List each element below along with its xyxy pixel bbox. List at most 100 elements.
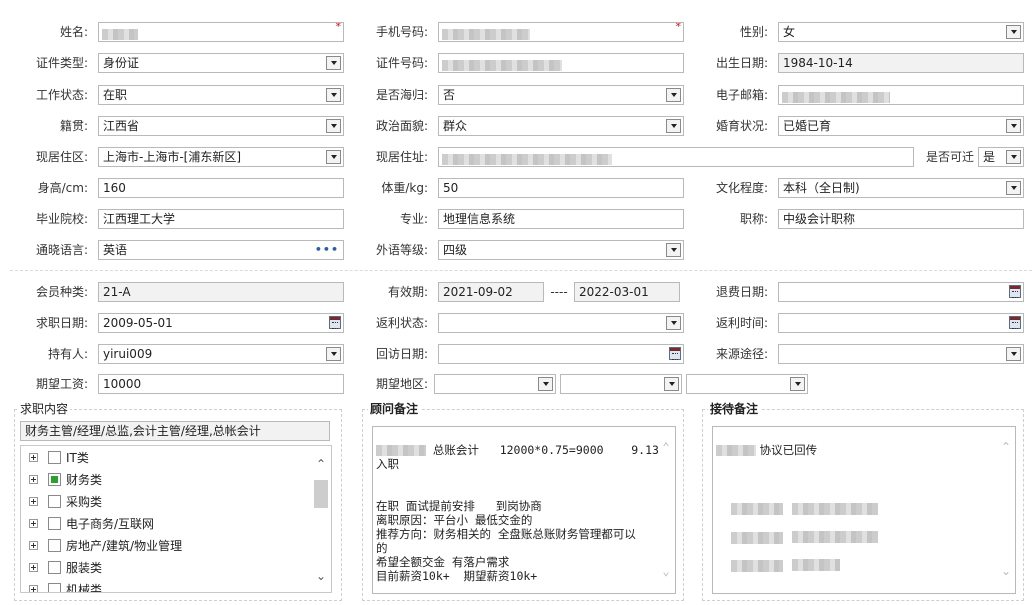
chevron-down-icon[interactable]	[664, 377, 679, 391]
chevron-down-icon[interactable]	[666, 316, 681, 330]
staff-name-redacted	[376, 445, 426, 456]
weight-field[interactable]: 50	[438, 178, 684, 198]
id-number-field[interactable]	[438, 53, 684, 73]
job-summary-field: 财务主管/经理/总监,会计主管/经理,总帐会计	[20, 421, 330, 441]
validity-start-value: 2021-09-02	[443, 285, 513, 299]
expected-salary-field[interactable]: 10000	[98, 374, 344, 394]
title-field[interactable]: 中级会计职称	[778, 209, 1024, 229]
reception-notes-textarea[interactable]: 协议已回传 ⌃ ⌄	[712, 426, 1016, 594]
scroll-up-icon[interactable]: ⌃	[313, 456, 329, 472]
tree-scrollbar[interactable]: ⌃ ⌄	[313, 456, 329, 584]
revisit-date-field[interactable]	[438, 344, 684, 364]
calendar-icon[interactable]	[1009, 316, 1021, 329]
chevron-down-icon[interactable]	[790, 377, 805, 391]
expected-area-city-select[interactable]	[560, 374, 682, 394]
phone-label: 手机号码:	[375, 25, 428, 39]
scroll-down-icon[interactable]: ⌄	[998, 563, 1014, 579]
chevron-down-icon[interactable]	[326, 119, 341, 133]
chevron-down-icon[interactable]	[326, 150, 341, 164]
holder-select[interactable]: yirui009	[98, 344, 344, 364]
returnee-select[interactable]: 否	[438, 85, 684, 105]
phone-field[interactable]: *	[438, 22, 684, 42]
scroll-thumb[interactable]	[314, 480, 328, 508]
chevron-down-icon[interactable]	[326, 347, 341, 361]
scroll-up-icon[interactable]: ⌃	[998, 439, 1014, 455]
work-status-select[interactable]: 在职	[98, 85, 344, 105]
rebate-status-select[interactable]	[438, 313, 684, 333]
address-field[interactable]	[438, 147, 914, 167]
expected-area-district-select[interactable]	[686, 374, 808, 394]
chevron-down-icon[interactable]	[1006, 347, 1021, 361]
expand-icon[interactable]	[29, 475, 38, 484]
checkbox-checked-icon[interactable]	[48, 473, 61, 486]
expand-icon[interactable]	[29, 497, 38, 506]
reception-scrollbar[interactable]: ⌃ ⌄	[998, 439, 1014, 579]
scroll-down-icon[interactable]: ⌄	[313, 568, 329, 584]
member-type-field: 21-A	[98, 282, 344, 302]
checkbox-icon[interactable]	[48, 583, 61, 592]
chevron-down-icon[interactable]	[538, 377, 553, 391]
height-field[interactable]: 160	[98, 178, 344, 198]
validity-label: 有效期:	[387, 285, 428, 299]
residence-area-select[interactable]: 上海市-上海市-[浦东新区]	[98, 147, 344, 167]
chevron-down-icon[interactable]	[1006, 150, 1021, 164]
major-field[interactable]: 地理信息系统	[438, 209, 684, 229]
name-required-mark: *	[335, 22, 342, 33]
apply-date-value: 2009-05-01	[103, 316, 173, 330]
reachable-label: 是否可迁	[925, 150, 974, 164]
marital-select[interactable]: 已婚已育	[778, 116, 1024, 136]
email-field[interactable]	[778, 85, 1024, 105]
id-type-select[interactable]: 身份证	[98, 53, 344, 73]
scroll-up-icon[interactable]: ⌃	[658, 439, 674, 455]
validity-end-field: 2022-03-01	[574, 282, 680, 302]
school-label: 毕业院校:	[35, 212, 88, 226]
chevron-down-icon[interactable]	[666, 119, 681, 133]
expand-icon[interactable]	[29, 541, 38, 550]
expand-icon[interactable]	[29, 519, 38, 528]
education-select[interactable]: 本科（全日制)	[778, 178, 1024, 198]
name-field[interactable]: *	[98, 22, 344, 42]
expand-icon[interactable]	[29, 453, 38, 462]
more-options-icon[interactable]: •••	[315, 241, 339, 259]
calendar-icon[interactable]	[669, 347, 681, 360]
checkbox-icon[interactable]	[48, 561, 61, 574]
gender-select[interactable]: 女	[778, 22, 1024, 42]
chevron-down-icon[interactable]	[1006, 25, 1021, 39]
rebate-time-field[interactable]	[778, 313, 1024, 333]
refund-date-field[interactable]	[778, 282, 1024, 302]
chevron-down-icon[interactable]	[326, 88, 341, 102]
expand-icon[interactable]	[29, 585, 38, 592]
email-label: 电子邮箱:	[715, 88, 768, 102]
major-label: 专业:	[399, 212, 428, 226]
expand-icon[interactable]	[29, 563, 38, 572]
chevron-down-icon[interactable]	[1006, 119, 1021, 133]
consultant-notes-textarea[interactable]: 总账会计 12000*0.75=9000 9.13 入职 在职 面试提前安排 到岗协…	[372, 426, 676, 594]
member-type-value: 21-A	[103, 285, 131, 299]
native-place-select[interactable]: 江西省	[98, 116, 344, 136]
member-type-label: 会员种类:	[35, 285, 88, 299]
chevron-down-icon[interactable]	[326, 56, 341, 70]
source-select[interactable]	[778, 344, 1024, 364]
notes-scrollbar[interactable]: ⌃ ⌄	[658, 439, 674, 579]
language-field[interactable]: 英语 •••	[98, 240, 344, 260]
height-value: 160	[103, 181, 126, 195]
calendar-icon[interactable]	[329, 316, 341, 329]
checkbox-icon[interactable]	[48, 517, 61, 530]
political-select[interactable]: 群众	[438, 116, 684, 136]
notes-line: 的	[376, 541, 388, 555]
reachable-select[interactable]: 是	[978, 147, 1024, 167]
phone-required-mark: *	[675, 22, 682, 33]
expected-area-province-select[interactable]	[434, 374, 556, 394]
checkbox-icon[interactable]	[48, 495, 61, 508]
chevron-down-icon[interactable]	[666, 88, 681, 102]
scroll-down-icon[interactable]: ⌄	[658, 563, 674, 579]
school-field[interactable]: 江西理工大学	[98, 209, 344, 229]
chevron-down-icon[interactable]	[666, 243, 681, 257]
checkbox-icon[interactable]	[48, 451, 61, 464]
lang-level-select[interactable]: 四级	[438, 240, 684, 260]
checkbox-icon[interactable]	[48, 539, 61, 552]
reception-notes-title: 接待备注	[708, 402, 761, 416]
chevron-down-icon[interactable]	[1006, 181, 1021, 195]
calendar-icon[interactable]	[1009, 285, 1021, 298]
apply-date-field[interactable]: 2009-05-01	[98, 313, 344, 333]
